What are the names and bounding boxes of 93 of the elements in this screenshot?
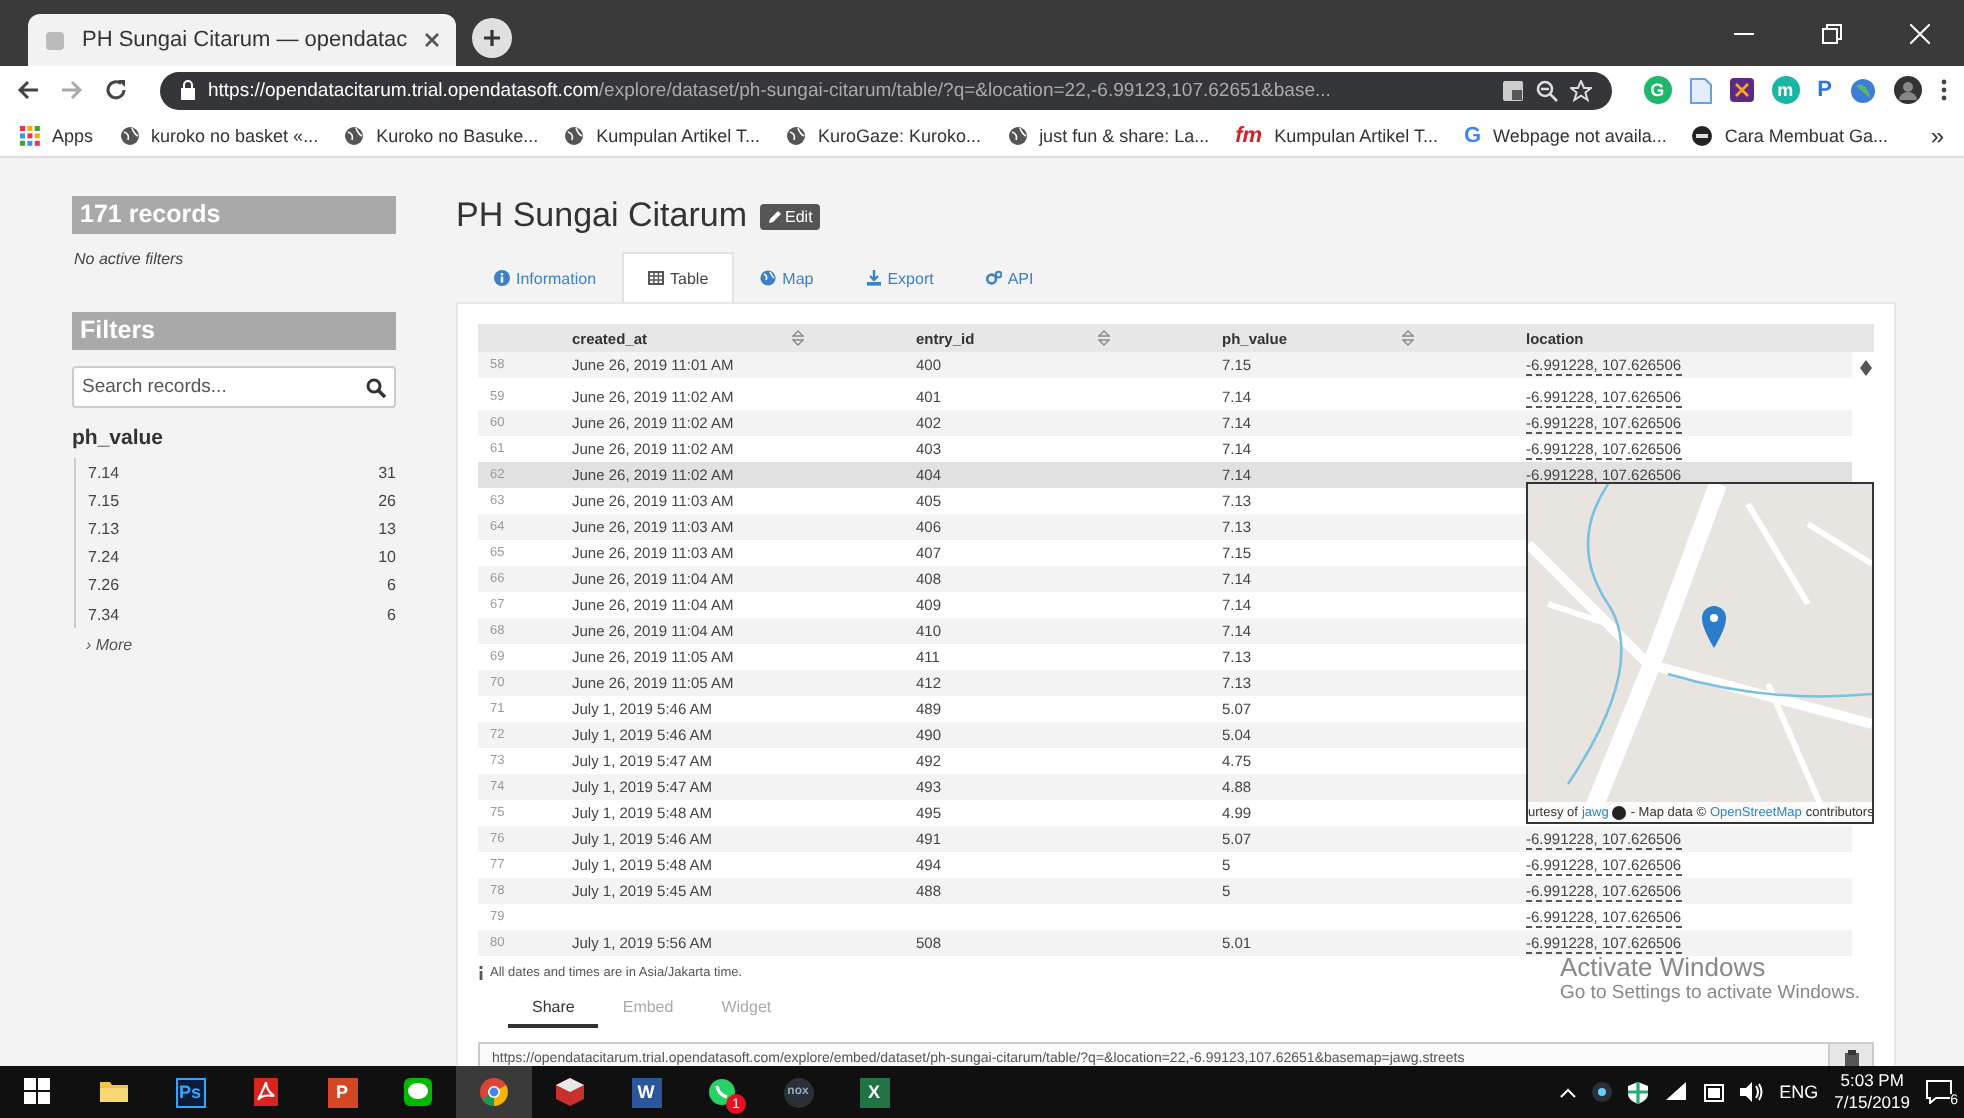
windows-logo-icon xyxy=(24,1078,52,1106)
dataset-title: PH Sungai Citarum xyxy=(456,196,748,236)
message-icon xyxy=(1926,1080,1952,1104)
grid-icon xyxy=(20,125,40,145)
search-icon[interactable] xyxy=(366,377,386,397)
sort-icon[interactable] xyxy=(1098,330,1110,346)
tab[interactable]: API xyxy=(959,252,1060,302)
download-icon xyxy=(865,270,882,286)
bookmark-link[interactable]: fm Kumpulan Artikel T... xyxy=(1235,123,1438,147)
wifi-icon[interactable] xyxy=(1663,1082,1688,1102)
globe-icon xyxy=(344,125,365,145)
bookmark-link[interactable]: Apps xyxy=(20,125,94,145)
taskbar-button[interactable]: Ps xyxy=(152,1066,228,1118)
sort-icon[interactable] xyxy=(792,330,804,346)
tab[interactable]: Export xyxy=(839,252,960,302)
bookmark-link[interactable]: kuroko no basket «... xyxy=(119,125,319,145)
table-icon xyxy=(648,270,665,286)
globe-icon[interactable] xyxy=(1850,77,1876,103)
taskbar-button[interactable]: X xyxy=(836,1066,912,1118)
chevron-up-icon[interactable] xyxy=(1559,1087,1576,1097)
square-icon[interactable] xyxy=(1729,78,1754,102)
pencil-icon xyxy=(767,209,782,223)
avatar-icon[interactable] xyxy=(1894,76,1922,104)
sort-icon[interactable] xyxy=(1402,330,1414,346)
bookmark-link[interactable]: Kuroko no Basuke... xyxy=(344,125,539,145)
shield-icon[interactable] xyxy=(1627,1081,1648,1103)
bookmark-link[interactable]: Cara Membuat Ga... xyxy=(1692,125,1888,145)
globe-icon xyxy=(119,125,140,145)
info-icon xyxy=(494,270,510,286)
address-bar[interactable]: https://opendatacitarum.trial.opendatasoft.com/explore/dataset/ph-sungai-citarum/table/?q=&location=22,-6.99123,107.62651&base... xyxy=(160,71,1612,109)
tab[interactable]: Information xyxy=(468,252,623,302)
folder-icon xyxy=(100,1078,128,1106)
copy-button[interactable] xyxy=(1830,1042,1874,1066)
bookmark-link[interactable]: just fun & share: La... xyxy=(1007,125,1210,145)
browser-tab[interactable]: PH Sungai Citarum — opendatac xyxy=(28,14,456,66)
filters-note: No active filters xyxy=(74,250,186,268)
document-icon xyxy=(252,1078,280,1106)
clock[interactable]: 5:03 PM 7/15/2019 xyxy=(1834,1070,1910,1114)
document-icon[interactable] xyxy=(1689,77,1712,103)
star-icon[interactable] xyxy=(1569,79,1592,101)
new-tab-button[interactable] xyxy=(471,18,512,58)
taskbar-button[interactable] xyxy=(456,1066,532,1118)
more-link[interactable]: › More xyxy=(86,636,396,655)
more-bookmarks-button[interactable]: » xyxy=(1930,121,1944,149)
back-icon[interactable] xyxy=(16,78,40,102)
clipboard-icon xyxy=(1843,1049,1859,1066)
bookmark-link[interactable]: KuroGaze: Kuroko... xyxy=(786,125,982,145)
close-icon[interactable] xyxy=(423,32,440,48)
search-field[interactable]: Search records... xyxy=(72,366,396,408)
activation-message: Go to Settings to activate Windows. xyxy=(1560,982,1860,1004)
input-language[interactable]: ENG xyxy=(1779,1082,1819,1102)
bookmark-link[interactable]: Kumpulan Artikel T... xyxy=(564,125,761,145)
translate-icon[interactable] xyxy=(1501,79,1524,101)
reload-icon[interactable] xyxy=(104,78,128,102)
activation-title: Activate Windows xyxy=(1560,952,1768,982)
globe-icon xyxy=(1007,125,1028,145)
gears-icon xyxy=(985,270,1002,286)
scroll-up-icon[interactable] xyxy=(1859,360,1871,368)
taskbar-button[interactable]: P xyxy=(304,1066,380,1118)
taskbar-button[interactable]: W xyxy=(608,1066,684,1118)
facet-item[interactable]: 7.14 31 xyxy=(76,458,396,487)
facet-item[interactable]: 7.15 26 xyxy=(76,486,396,515)
page-icon xyxy=(44,29,66,51)
info-icon xyxy=(478,966,484,980)
cube-icon xyxy=(556,1078,584,1106)
globe-icon xyxy=(760,270,777,286)
circle-icon xyxy=(1692,125,1713,145)
plus-icon xyxy=(481,28,502,48)
bookmark-link[interactable]: G Webpage not availa... xyxy=(1463,123,1667,147)
speaker-icon[interactable] xyxy=(1739,1082,1764,1102)
edit-button[interactable]: Edit xyxy=(759,203,821,229)
restore-icon[interactable] xyxy=(1822,23,1842,43)
battery-icon[interactable] xyxy=(1703,1082,1724,1102)
chat-bubble-icon xyxy=(404,1078,432,1106)
records-count-bar: 171 records xyxy=(72,196,396,234)
facet-item[interactable]: 7.24 10 xyxy=(76,543,396,572)
tab[interactable]: Table xyxy=(622,252,735,302)
facet-item[interactable]: 7.34 6 xyxy=(76,599,396,629)
globe-icon xyxy=(786,125,807,145)
tab[interactable]: Map xyxy=(734,252,840,302)
zoom-icon[interactable] xyxy=(1535,79,1558,101)
lock-icon xyxy=(180,80,196,100)
extension-button[interactable]: P xyxy=(1817,78,1832,102)
facet-item[interactable]: 7.13 13 xyxy=(76,514,396,544)
facet-title: ph_value xyxy=(72,426,166,450)
filters-header-bar: Filters xyxy=(72,312,396,350)
app-tray-icon[interactable] xyxy=(1591,1082,1612,1102)
facet-item[interactable]: 7.26 6 xyxy=(76,571,396,600)
globe-icon xyxy=(564,125,585,145)
scroll-down-icon[interactable] xyxy=(1859,368,1871,376)
menu-icon[interactable] xyxy=(1940,78,1948,102)
browser-icon xyxy=(480,1078,508,1106)
share-tab[interactable]: Share xyxy=(508,994,599,1028)
